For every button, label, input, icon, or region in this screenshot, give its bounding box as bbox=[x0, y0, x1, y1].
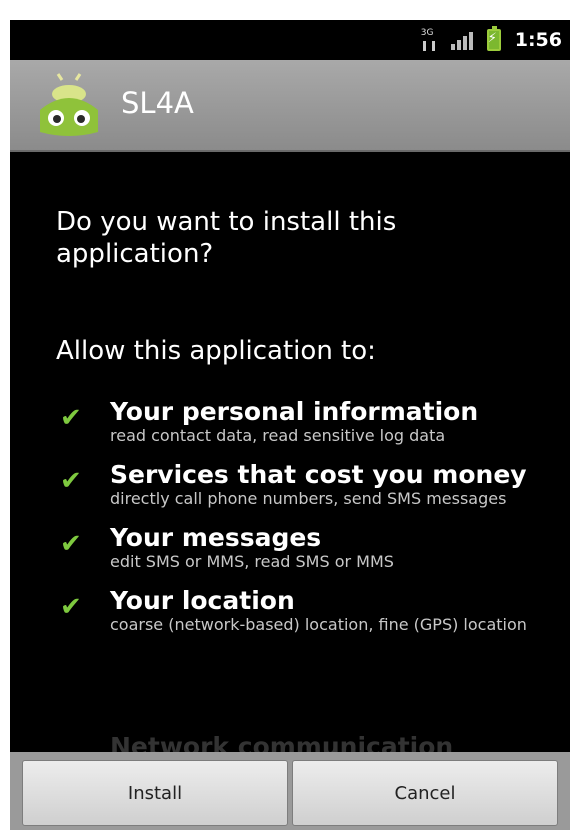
install-question: Do you want to install this application? bbox=[56, 207, 397, 269]
app-title: SL4A bbox=[121, 86, 194, 120]
signal-strength-icon bbox=[450, 30, 473, 50]
permission-list: ✔ Your personal information read contact… bbox=[10, 397, 570, 649]
phone-screen: 3G 1:56 SL4A Do you want to install this… bbox=[10, 20, 570, 830]
status-icons: 3G 1:56 bbox=[421, 26, 562, 54]
permission-description: read contact data, read sensitive log da… bbox=[110, 426, 446, 445]
network-type-label: 3G bbox=[420, 28, 434, 38]
check-icon: ✔ bbox=[60, 592, 82, 622]
check-icon: ✔ bbox=[60, 466, 82, 496]
scroll-fade bbox=[10, 682, 570, 722]
permission-item: ✔ Your personal information read contact… bbox=[10, 397, 570, 446]
permissions-heading: Allow this application to: bbox=[56, 336, 376, 366]
status-bar: 3G 1:56 bbox=[10, 20, 570, 60]
permission-title: Your location bbox=[110, 586, 295, 615]
permission-description: coarse (network-based) location, fine (G… bbox=[110, 615, 527, 634]
install-button[interactable]: Install bbox=[22, 760, 288, 826]
button-bar: Install Cancel bbox=[10, 752, 570, 830]
dialog-title-bar: SL4A bbox=[10, 60, 570, 152]
permission-description: directly call phone numbers, send SMS me… bbox=[110, 489, 507, 508]
permission-title: Your messages bbox=[110, 523, 322, 552]
battery-charging-icon bbox=[486, 26, 501, 51]
check-icon: ✔ bbox=[60, 529, 82, 559]
sl4a-android-icon bbox=[40, 73, 98, 136]
permission-title: Services that cost you money bbox=[110, 460, 527, 489]
cancel-button[interactable]: Cancel bbox=[292, 760, 558, 826]
status-clock: 1:56 bbox=[514, 29, 562, 51]
permission-item: ✔ Your messages edit SMS or MMS, read SM… bbox=[10, 523, 570, 572]
permission-title: Your personal information bbox=[110, 397, 479, 426]
install-dialog-content[interactable]: Do you want to install this application?… bbox=[10, 152, 570, 722]
check-icon: ✔ bbox=[60, 403, 82, 433]
permission-item: ✔ Services that cost you money directly … bbox=[10, 460, 570, 509]
network-3g-icon: 3G bbox=[421, 29, 437, 51]
partially-visible-permission: Network communication bbox=[110, 732, 454, 752]
permission-description: edit SMS or MMS, read SMS or MMS bbox=[110, 552, 394, 571]
permission-item: ✔ Your location coarse (network-based) l… bbox=[10, 586, 570, 635]
